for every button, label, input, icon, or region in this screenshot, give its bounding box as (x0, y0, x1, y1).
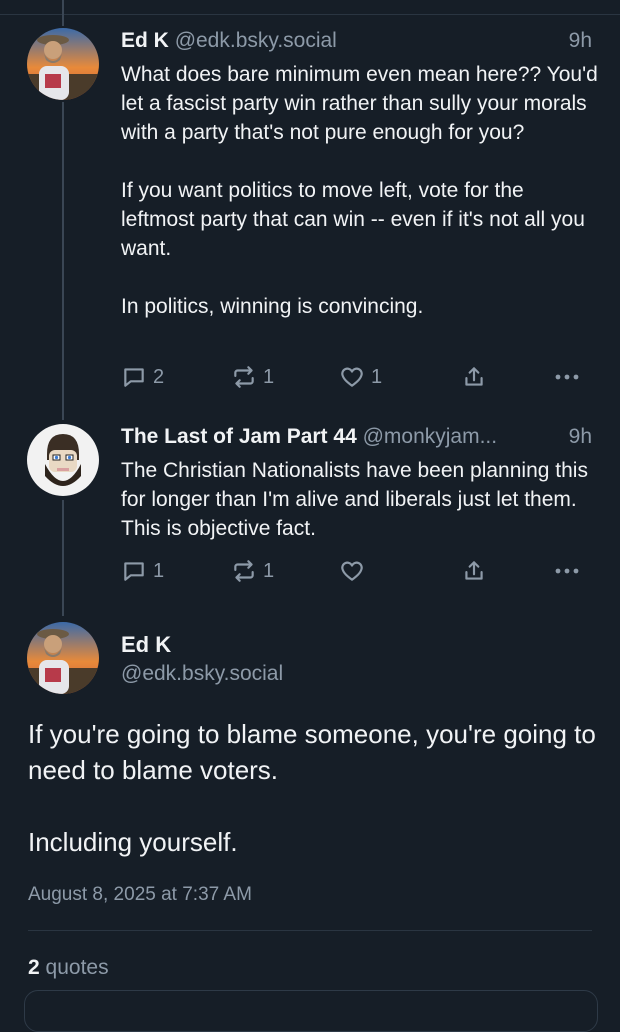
share-button[interactable] (461, 558, 487, 584)
reply-button[interactable]: 2 (121, 364, 164, 390)
heart-icon (341, 561, 363, 581)
more-icon (555, 568, 579, 574)
post-actions: 1 1 (121, 558, 591, 588)
post-paragraph: If you're going to blame someone, you're… (28, 719, 596, 785)
reply-count: 2 (153, 365, 165, 388)
thread-line (62, 102, 64, 420)
post-paragraph: If you want politics to move left, vote … (121, 179, 585, 260)
share-icon (465, 561, 483, 580)
post-actions: 2 1 1 (121, 364, 591, 394)
like-count: 1 (371, 365, 383, 388)
avatar[interactable] (27, 622, 99, 694)
avatar[interactable] (27, 424, 99, 496)
like-button[interactable] (339, 558, 371, 584)
quote-label: quotes (45, 956, 109, 979)
author-name[interactable]: Ed K (121, 29, 169, 52)
post-date: August 8, 2025 at 7:37 AM (28, 884, 252, 905)
post-paragraph: What does bare minimum even mean here?? … (121, 63, 598, 144)
more-icon (555, 374, 579, 380)
heart-icon (341, 367, 363, 387)
author-handle[interactable]: @edk.bsky.social (175, 29, 337, 52)
thread-line (62, 0, 64, 26)
reply-icon (124, 562, 144, 581)
repost-icon (234, 560, 254, 582)
avatar[interactable] (27, 28, 99, 100)
reply-box[interactable] (24, 990, 598, 1032)
post-paragraph: The Christian Nationalists have been pla… (121, 459, 588, 540)
share-button[interactable] (461, 364, 487, 390)
post-paragraph: In politics, winning is convincing. (121, 295, 424, 318)
divider (28, 930, 592, 931)
post-time[interactable]: 9h (569, 424, 592, 450)
repost-count: 1 (263, 559, 275, 582)
repost-count: 1 (263, 365, 275, 388)
reply-icon (124, 368, 144, 387)
repost-icon (234, 366, 254, 388)
author-name[interactable]: The Last of Jam Part 44 (121, 425, 357, 448)
post-time[interactable]: 9h (569, 28, 592, 54)
post-paragraph: Including yourself. (28, 827, 238, 857)
more-button[interactable] (553, 364, 581, 390)
share-icon (465, 367, 483, 386)
post-text: The Christian Nationalists have been pla… (121, 456, 601, 543)
repost-button[interactable]: 1 (231, 558, 274, 584)
reply-button[interactable]: 1 (121, 558, 164, 584)
more-button[interactable] (553, 558, 581, 584)
repost-button[interactable]: 1 (231, 364, 274, 390)
author-handle[interactable]: @monkyjam... (363, 425, 498, 448)
post-text: If you're going to blame someone, you're… (28, 716, 598, 860)
author-handle[interactable]: @edk.bsky.social (121, 662, 283, 686)
top-divider (0, 14, 620, 15)
author-name[interactable]: Ed K (121, 632, 171, 658)
quote-number: 2 (28, 956, 40, 979)
like-button[interactable]: 1 (339, 364, 382, 390)
post-text: What does bare minimum even mean here?? … (121, 60, 601, 321)
reply-count: 1 (153, 559, 165, 582)
quotes-count[interactable]: 2 quotes (28, 956, 109, 980)
thread-line (62, 500, 64, 616)
